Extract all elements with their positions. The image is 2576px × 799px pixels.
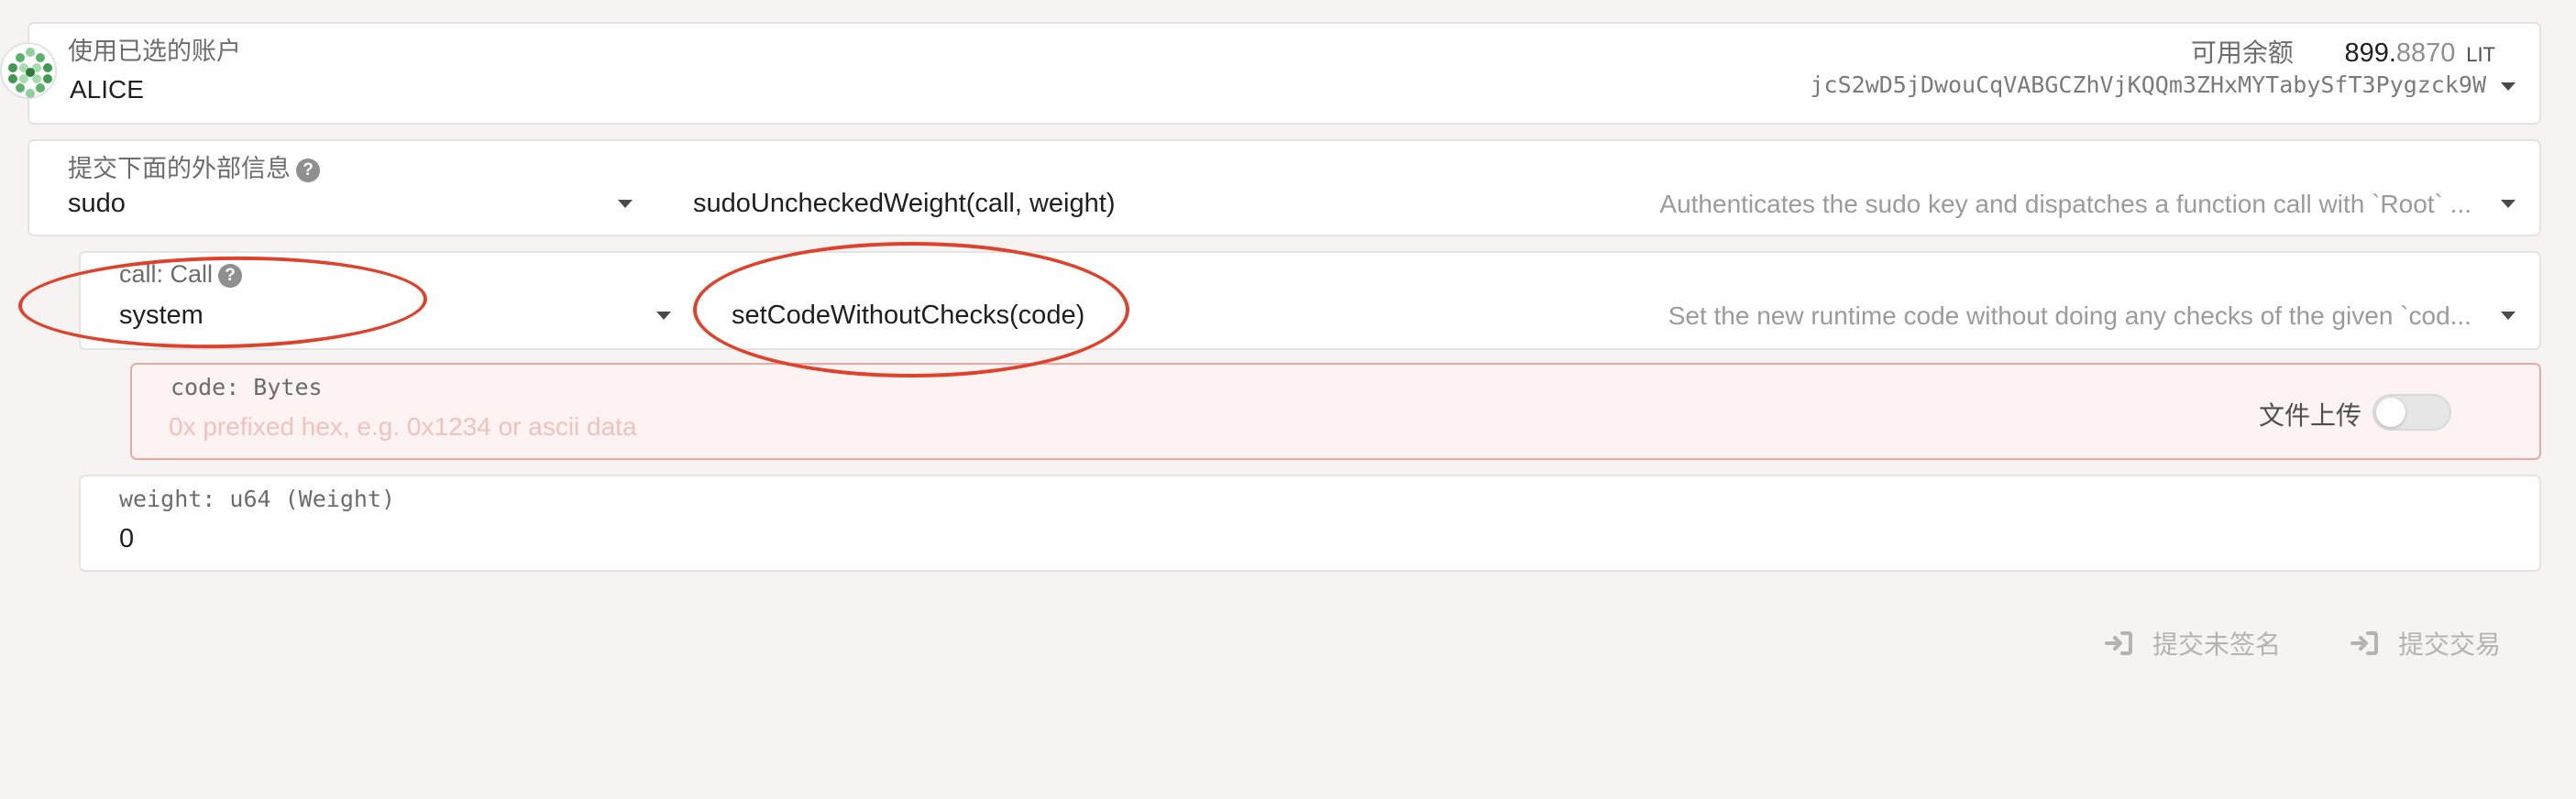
extrinsic-selector: 提交下面的外部信息? sudo sudoUncheckedWeight(call…	[28, 139, 2541, 236]
weight-input-panel: weight: u64 (Weight) 0	[79, 475, 2541, 572]
account-name: ALICE	[70, 75, 144, 104]
weight-label: weight: u64 (Weight)	[119, 486, 396, 512]
avatar	[0, 42, 57, 99]
call-description: Set the new runtime code without doing a…	[1668, 301, 2471, 330]
submit-transaction-label: 提交交易	[2398, 630, 2502, 659]
account-selector[interactable]: 使用已选的账户 ALICE 可用余额 899.8870 LIT jcS2wD5j…	[28, 22, 2541, 125]
extrinsic-label-text: 提交下面的外部信息	[68, 155, 291, 182]
balance-decimal: 8870	[2395, 38, 2456, 68]
help-icon[interactable]: ?	[296, 158, 320, 182]
code-input-panel: code: Bytes 文件上传	[130, 363, 2541, 460]
weight-input[interactable]: 0	[119, 524, 134, 554]
extrinsic-label: 提交下面的外部信息?	[68, 148, 320, 184]
code-input[interactable]	[169, 409, 2185, 445]
chevron-down-icon[interactable]	[618, 200, 633, 208]
toggle-knob	[2376, 398, 2405, 427]
balance-label: 可用余额	[2190, 38, 2294, 67]
chevron-down-icon[interactable]	[2501, 82, 2515, 91]
extrinsic-method-select[interactable]: sudoUncheckedWeight(call, weight)	[693, 189, 1115, 219]
chevron-down-icon[interactable]	[2501, 200, 2515, 208]
annotation-ellipse-method	[693, 242, 1129, 378]
file-upload-label: 文件上传	[2258, 401, 2361, 430]
extrinsic-description: Authenticates the sudo key and dispatche…	[1659, 190, 2471, 218]
sign-in-icon	[2350, 631, 2378, 655]
file-upload-toggle[interactable]	[2372, 394, 2451, 431]
sign-in-icon	[2105, 631, 2132, 655]
identicon-icon	[8, 48, 52, 98]
balance-integer: 899.	[2344, 38, 2396, 68]
submit-transaction-button[interactable]: 提交交易	[2350, 625, 2501, 662]
code-label: code: Bytes	[171, 374, 323, 400]
balance-unit: LIT	[2466, 43, 2495, 66]
submit-unsigned-label: 提交未签名	[2152, 630, 2282, 659]
account-address: jcS2wD5jDwouCqVABGCZhVjKQQm3ZHxMYTabySfT…	[1810, 71, 2486, 98]
extrinsic-pallet-select[interactable]: sudo	[68, 189, 126, 219]
call-selector: call: Call? system setCodeWithoutChecks(…	[79, 251, 2541, 350]
chevron-down-icon[interactable]	[656, 312, 671, 320]
balance-display: 可用余额 899.8870 LIT	[2191, 33, 2495, 70]
chevron-down-icon[interactable]	[2501, 312, 2515, 320]
submit-unsigned-button[interactable]: 提交未签名	[2105, 625, 2281, 662]
account-label: 使用已选的账户	[68, 38, 241, 65]
